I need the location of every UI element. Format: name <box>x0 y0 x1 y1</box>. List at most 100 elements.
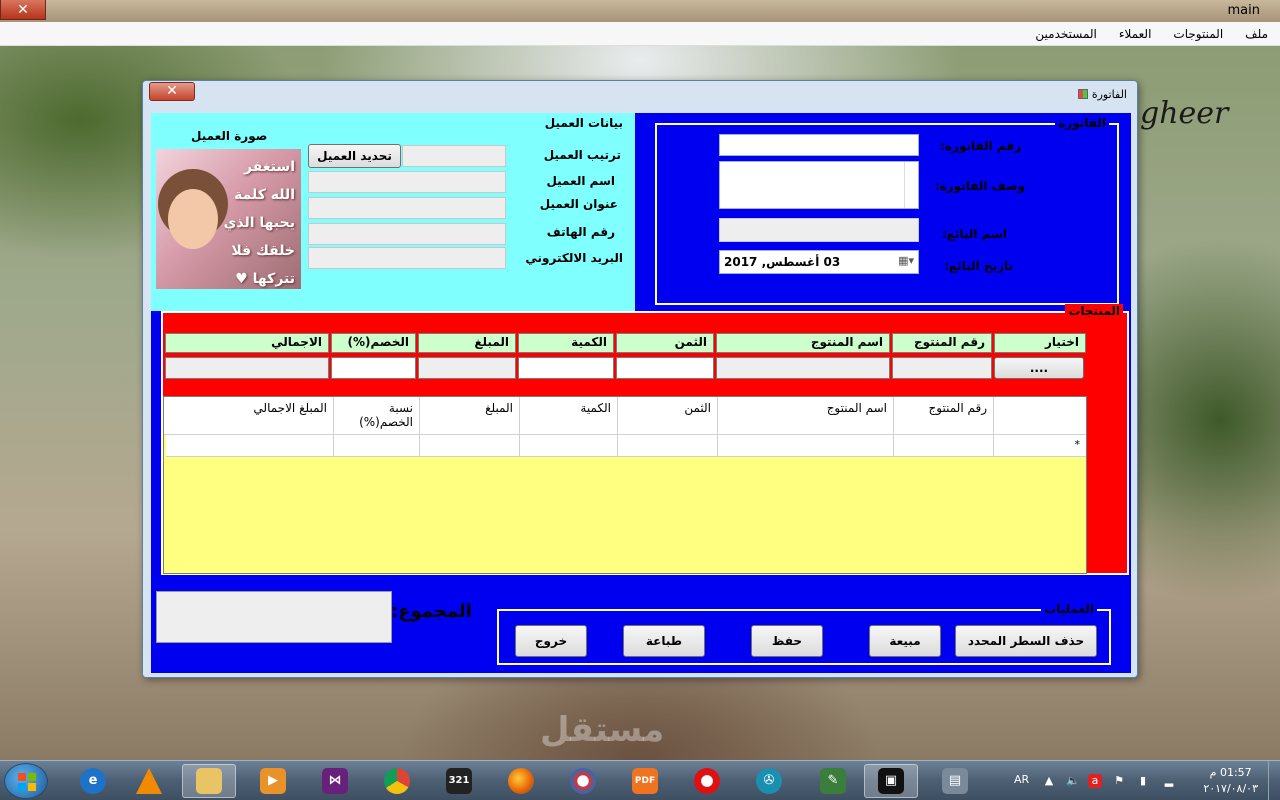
customer-address-field[interactable] <box>308 197 506 219</box>
firefox-icon <box>508 768 534 794</box>
invoice-date-picker[interactable]: 03 أغسطس, 2017 ▦▾ <box>719 250 919 274</box>
show-desktop-button[interactable] <box>1268 761 1280 800</box>
menu-item-users[interactable]: المستخدمين <box>1035 27 1096 41</box>
header-amount: المبلغ <box>418 333 516 353</box>
taskbar-firefox[interactable] <box>494 764 548 798</box>
invoice-description-field[interactable] <box>719 161 919 209</box>
taskbar-opera[interactable] <box>680 764 734 798</box>
menu-item-products[interactable]: المنتوجات <box>1173 27 1223 41</box>
show-hidden-icons-icon[interactable]: ▲ <box>1042 774 1056 788</box>
grid-col-amount[interactable]: المبلغ <box>420 397 520 435</box>
save-button[interactable]: حفظ <box>751 625 823 657</box>
invoice-number-field[interactable] <box>719 134 919 156</box>
action-center-icon[interactable]: ⚑ <box>1112 774 1126 788</box>
header-total: الاجمالي <box>165 333 329 353</box>
invoice-date-label: تاريخ البائع: <box>944 259 1013 273</box>
grid-new-row-cell[interactable] <box>894 435 994 457</box>
grid-col-product-name[interactable]: اسم المنتوج <box>718 397 894 435</box>
seller-name-field[interactable] <box>719 218 919 242</box>
product-number-input[interactable] <box>892 357 992 379</box>
customer-name-field[interactable] <box>308 171 506 193</box>
grid-new-row-marker[interactable]: * <box>994 435 1086 457</box>
product-name-input[interactable] <box>716 357 890 379</box>
taskbar-file-explorer[interactable] <box>182 764 236 798</box>
seller-name-label: اسم البائع: <box>941 227 1007 241</box>
amount-input[interactable] <box>418 357 516 379</box>
taskbar-briefcase-app[interactable]: ▣ <box>864 764 918 798</box>
taskbar-vlc[interactable] <box>122 764 176 798</box>
pdf-icon: PDF <box>632 768 658 794</box>
taskbar-internet-explorer[interactable]: e <box>66 764 120 798</box>
taskbar-chrome[interactable] <box>370 764 424 798</box>
main-close-button[interactable]: ✕ <box>0 0 46 20</box>
grid-new-row-cell[interactable] <box>334 435 420 457</box>
customer-email-field[interactable] <box>308 247 506 269</box>
grid-col-total[interactable]: المبلغ الاجمالي <box>164 397 334 435</box>
browse-products-button[interactable]: .... <box>994 357 1084 379</box>
clock[interactable]: 01:57 م ٢٠١٧/٠٨/٠٣ <box>1203 765 1258 797</box>
volume-icon[interactable]: 🔈 <box>1066 774 1080 788</box>
customer-photo-title: صورة العميل <box>191 129 268 143</box>
grid-col-discount[interactable]: نسبة الخصم(%) <box>334 397 420 435</box>
products-group: المنتجات الاجمالي الخصم(%) المبلغ الكمية… <box>161 304 1129 575</box>
grid-row-header-corner <box>994 397 1086 435</box>
taskbar-pdf-reader[interactable]: PDF <box>618 764 672 798</box>
header-discount: الخصم(%) <box>331 333 416 353</box>
products-group-title: المنتجات <box>1065 304 1123 318</box>
grid-col-price[interactable]: الثمن <box>618 397 718 435</box>
start-button[interactable] <box>4 763 48 799</box>
select-customer-button[interactable]: تحديد العميل <box>308 144 401 168</box>
menu-item-file[interactable]: ملف <box>1245 27 1268 41</box>
exit-button[interactable]: خروج <box>515 625 587 657</box>
total-field[interactable] <box>156 591 392 643</box>
pdf-app-icon <box>570 768 596 794</box>
menu-item-clients[interactable]: العملاء <box>1119 27 1152 41</box>
customer-address-label: عنوان العميل <box>539 197 618 211</box>
tool-icon: ✎ <box>820 768 846 794</box>
price-input[interactable] <box>616 357 714 379</box>
taskbar-video-app[interactable]: ✇ <box>742 764 796 798</box>
customer-order-label: ترتيب العميل <box>543 148 621 162</box>
grid-new-row-cell[interactable] <box>618 435 718 457</box>
calendar-dropdown-icon[interactable]: ▦▾ <box>898 254 914 267</box>
delete-selected-row-button[interactable]: حذف السطر المحدد <box>955 625 1097 657</box>
discount-input[interactable] <box>331 357 416 379</box>
taskbar-media-player-classic[interactable]: 321 <box>432 764 486 798</box>
quantity-input[interactable] <box>518 357 614 379</box>
taskbar-tool-app[interactable]: ✎ <box>806 764 860 798</box>
customer-order-field[interactable] <box>402 145 506 167</box>
description-scrollbar[interactable] <box>904 162 918 208</box>
main-window-title: main <box>1227 3 1260 18</box>
network-icon[interactable]: ▮ <box>1136 774 1150 788</box>
grid-col-product-number[interactable]: رقم المنتوج <box>894 397 994 435</box>
grid-new-row-cell[interactable] <box>520 435 618 457</box>
invoice-form-body: بيانات العميل صورة العميل استغفر الله كل… <box>151 113 1131 673</box>
print-button[interactable]: طباعة <box>623 625 705 657</box>
operations-group: العمليات حذف السطر المحدد مبيعة حفظ طباع… <box>497 602 1111 665</box>
sale-button[interactable]: مبيعة <box>869 625 941 657</box>
grid-new-row-cell[interactable] <box>420 435 520 457</box>
window-icon: ▤ <box>942 768 968 794</box>
customer-phone-field[interactable] <box>308 223 506 245</box>
signal-icon[interactable]: ▂ <box>1162 774 1176 788</box>
invoice-group: الفاتورة رقم الفاتورة: وصف الفاتورة: اسم… <box>655 116 1119 305</box>
language-indicator[interactable]: AR <box>1014 773 1029 786</box>
taskbar-window-app[interactable]: ▤ <box>928 764 982 798</box>
chrome-icon <box>384 768 410 794</box>
grid-col-quantity[interactable]: الكمية <box>520 397 618 435</box>
taskbar-pdf-app[interactable] <box>556 764 610 798</box>
vlc-cone-icon <box>136 768 162 794</box>
grid-new-row-cell[interactable] <box>718 435 894 457</box>
windows-logo-icon <box>18 773 36 791</box>
taskbar-visual-studio[interactable]: ⋈ <box>308 764 362 798</box>
invoice-group-title: الفاتورة <box>1055 116 1109 130</box>
invoice-close-button[interactable]: ✕ <box>149 82 195 101</box>
customer-photo: استغفر الله كلمة يحبها الذي خلقك فلا تتر… <box>156 149 301 289</box>
clock-date: ٢٠١٧/٠٨/٠٣ <box>1203 782 1258 795</box>
taskbar-media-player[interactable]: ▶ <box>246 764 300 798</box>
grid-new-row-cell[interactable] <box>166 435 334 457</box>
products-grid[interactable]: المبلغ الاجمالي نسبة الخصم(%) المبلغ الك… <box>163 396 1087 574</box>
antivirus-icon[interactable]: a <box>1088 774 1102 788</box>
header-product-number: رقم المنتوج <box>892 333 992 353</box>
total-input[interactable] <box>165 357 329 379</box>
